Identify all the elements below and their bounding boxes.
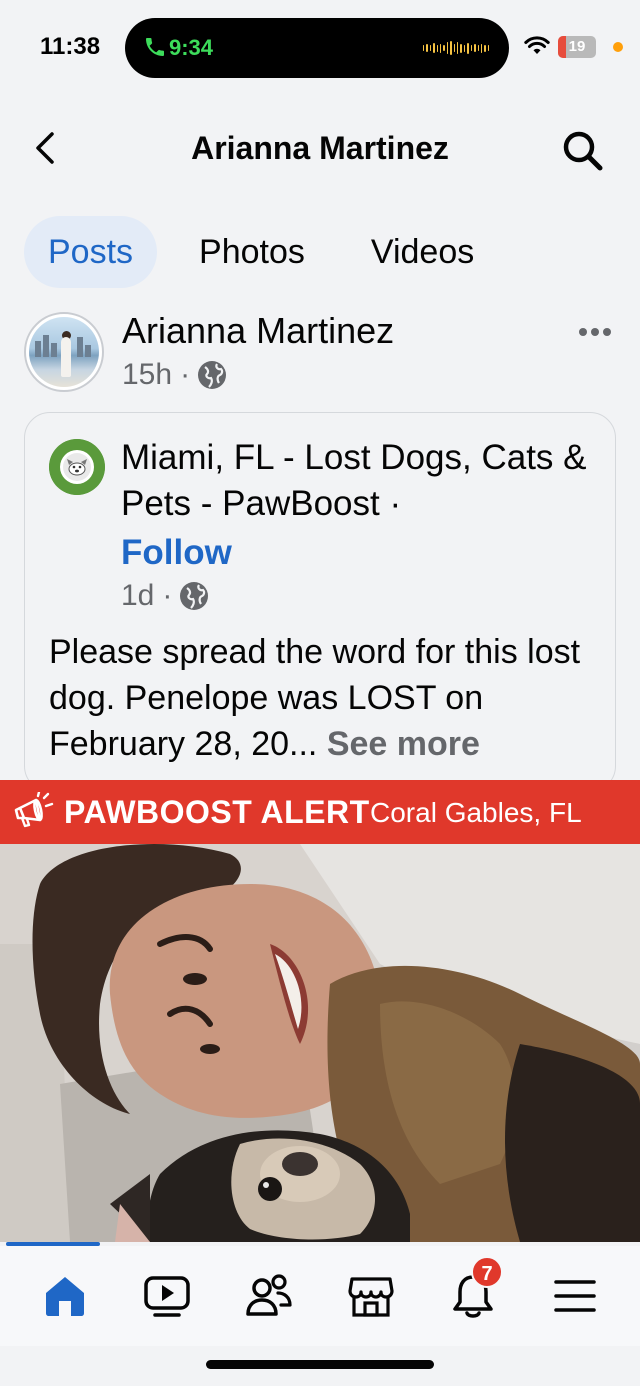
shared-post-meta: 1d · (121, 579, 210, 613)
menu-icon (554, 1280, 596, 1312)
phone-icon (146, 38, 164, 56)
notification-badge: 7 (471, 1256, 503, 1288)
globe-icon (180, 582, 209, 610)
post-time[interactable]: 15h (122, 358, 172, 392)
meta-separator: · (180, 358, 191, 391)
nav-home[interactable] (35, 1266, 95, 1326)
dynamic-island[interactable]: 9:34 (125, 18, 509, 78)
nav-friends[interactable] (239, 1266, 299, 1326)
shared-post-time[interactable]: 1d (121, 579, 154, 613)
status-bar: 11:38 9:34 19 (0, 0, 640, 96)
marketplace-icon (348, 1277, 394, 1317)
tab-videos[interactable]: Videos (347, 216, 498, 288)
post-body: Please spread the word for this lost dog… (49, 633, 581, 763)
search-icon[interactable] (560, 128, 606, 174)
nav-marketplace[interactable] (341, 1266, 401, 1326)
alert-location: Coral Gables, FL (370, 797, 582, 828)
shared-post-card[interactable]: Miami, FL - Lost Dogs, Cats & Pets - Paw… (24, 412, 616, 792)
wifi-icon (524, 36, 550, 54)
friends-icon (246, 1274, 292, 1316)
bottom-nav: 7 (0, 1246, 640, 1346)
globe-icon (198, 361, 227, 389)
call-duration: 9:34 (169, 35, 214, 60)
megaphone-icon (14, 792, 54, 828)
tab-photos[interactable]: Photos (175, 216, 329, 288)
battery-icon: 19 (558, 36, 596, 58)
nav-notifications[interactable]: 7 (443, 1256, 503, 1326)
post-header: Arianna Martinez 15h · (24, 310, 624, 400)
more-horizontal-icon[interactable] (578, 326, 612, 338)
shared-page-name[interactable]: Miami, FL - Lost Dogs, Cats & Pets - Paw… (121, 435, 591, 527)
pawboost-alert-banner[interactable]: PAWBOOST ALERT Coral Gables, FL (0, 780, 640, 844)
alert-title: PAWBOOST ALERT (64, 794, 370, 830)
post-meta: 15h · (122, 358, 228, 392)
meta-separator: · (162, 579, 173, 612)
avatar[interactable] (24, 312, 104, 392)
home-indicator[interactable] (206, 1360, 434, 1369)
page-title: Arianna Martinez (191, 130, 449, 166)
nav-menu[interactable] (545, 1266, 605, 1326)
tab-posts[interactable]: Posts (24, 216, 158, 288)
pawboost-logo-icon[interactable] (49, 439, 105, 495)
home-icon (46, 1277, 84, 1316)
see-more-link[interactable]: See more (327, 725, 480, 763)
post-author-name[interactable]: Arianna Martinez (122, 310, 394, 352)
post-text: Please spread the word for this lost dog… (49, 629, 609, 767)
post-photo[interactable] (0, 844, 640, 1242)
status-time: 11:38 (40, 33, 101, 60)
profile-header: Arianna Martinez (0, 110, 640, 186)
profile-tabs: Posts Photos Videos (24, 216, 516, 288)
battery-level: 19 (568, 38, 586, 55)
audio-waveform-icon (423, 40, 490, 56)
photo-illustration (0, 844, 640, 1242)
follow-button[interactable]: Follow (121, 533, 232, 573)
nav-video[interactable] (137, 1266, 197, 1326)
video-icon (144, 1276, 190, 1317)
privacy-indicator-dot (613, 42, 623, 52)
